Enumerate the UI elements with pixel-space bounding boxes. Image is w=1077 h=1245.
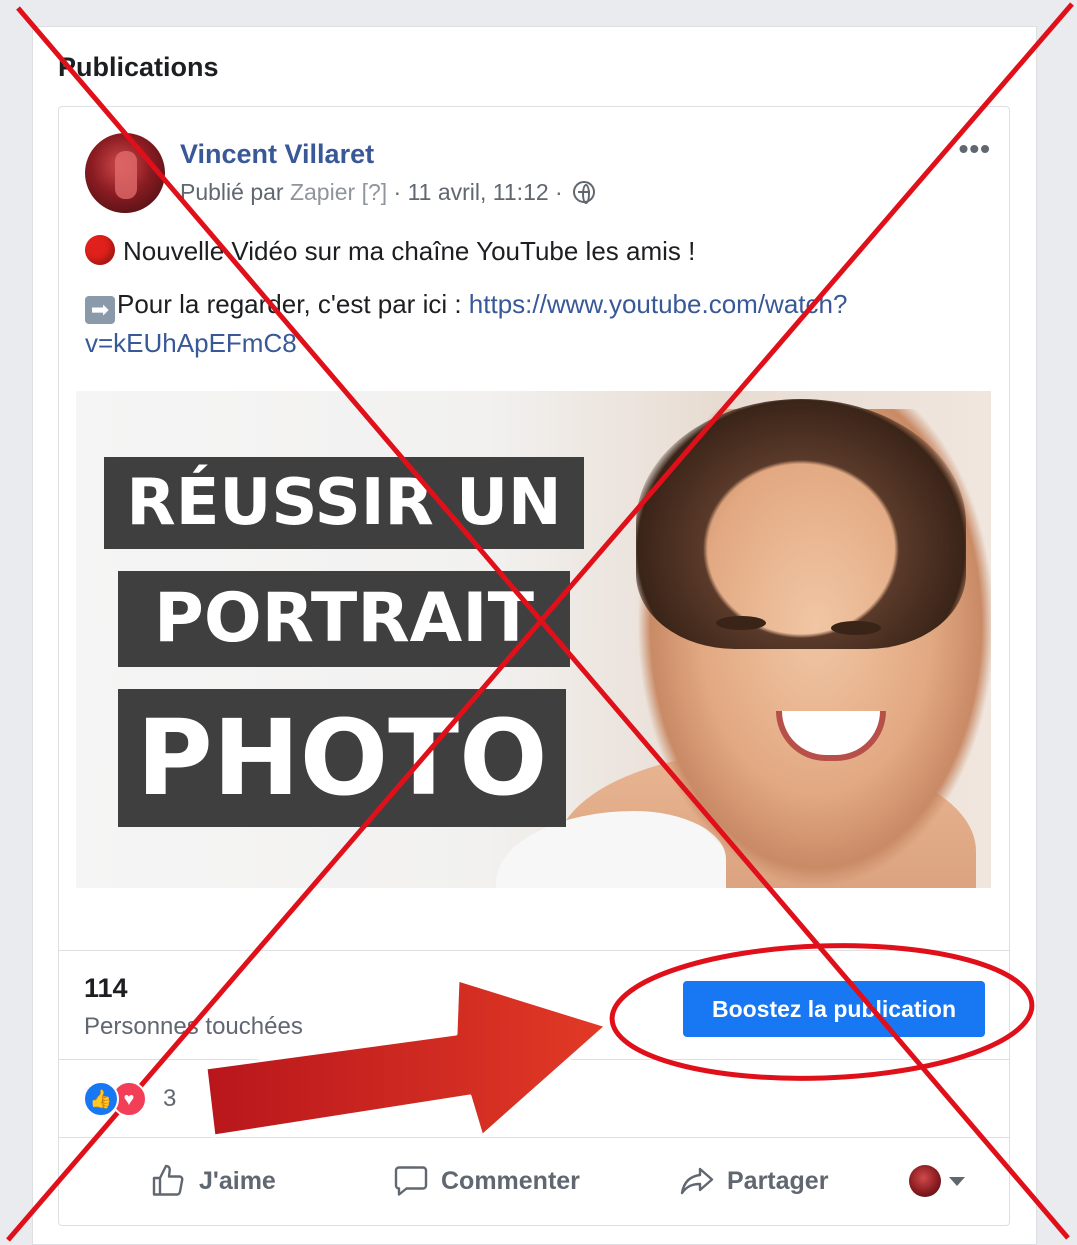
author-avatar[interactable]	[85, 133, 165, 213]
page-avatar	[909, 1165, 941, 1197]
post-text-line1: Nouvelle Vidéo sur ma chaîne YouTube les…	[85, 235, 695, 267]
divider	[59, 1137, 1009, 1138]
thumbnail-hair	[636, 399, 966, 649]
post-text-line2: ➡ Pour la regarder, c'est par ici : https…	[85, 285, 985, 362]
share-label: Partager	[727, 1166, 829, 1195]
thumbnail-title-line1: RÉUSSIR UN	[104, 457, 584, 549]
post-meta: Publié par Zapier [?] · 11 avril, 11:12 …	[180, 179, 596, 206]
divider	[59, 1059, 1009, 1060]
reach-count: 114	[84, 973, 128, 1003]
thumbnail-eye-left	[716, 616, 766, 630]
post-text-prefix: Pour la regarder, c'est par ici :	[117, 289, 469, 319]
post-text: Nouvelle Vidéo sur ma chaîne YouTube les…	[123, 236, 696, 266]
thumbs-up-icon	[152, 1164, 184, 1196]
comment-icon	[394, 1166, 428, 1196]
like-label: J'aime	[199, 1166, 276, 1195]
author-name[interactable]: Vincent Villaret	[180, 139, 374, 170]
post-as-selector[interactable]	[909, 1159, 965, 1203]
caret-down-icon	[949, 1176, 965, 1186]
thumbnail-title-line2: PORTRAIT	[118, 571, 570, 667]
thumbnail-eye-right	[831, 621, 881, 635]
share-button[interactable]: Partager	[679, 1159, 828, 1203]
post-card: Vincent Villaret Publié par Zapier [?] ·…	[58, 106, 1010, 1226]
divider	[59, 950, 1009, 951]
published-by-app[interactable]: Zapier	[290, 179, 355, 205]
boost-post-button[interactable]: Boostez la publication	[683, 981, 985, 1037]
thumbnail-title-line3: PHOTO	[118, 689, 566, 827]
red-circle-icon	[85, 235, 115, 265]
reaction-count: 3	[163, 1085, 177, 1112]
like-icon: 👍	[83, 1081, 119, 1117]
more-options-icon[interactable]: •••	[959, 133, 991, 165]
help-marker[interactable]: [?]	[362, 179, 388, 205]
post-date[interactable]: · 11 avril, 11:12 ·	[394, 179, 563, 205]
reach-label: Personnes touchées	[84, 1013, 303, 1040]
post-actions: J'aime Commenter Partager	[59, 1139, 1009, 1219]
comment-label: Commenter	[441, 1166, 580, 1195]
video-thumbnail[interactable]: RÉUSSIR UN PORTRAIT PHOTO	[76, 391, 991, 888]
published-by-label: Publié par	[180, 179, 284, 205]
section-title: Publications	[58, 52, 219, 82]
right-arrow-icon: ➡	[85, 296, 115, 324]
comment-button[interactable]: Commenter	[393, 1159, 580, 1203]
globe-icon	[573, 181, 596, 204]
share-icon	[680, 1167, 714, 1195]
like-button[interactable]: J'aime	[151, 1159, 276, 1203]
